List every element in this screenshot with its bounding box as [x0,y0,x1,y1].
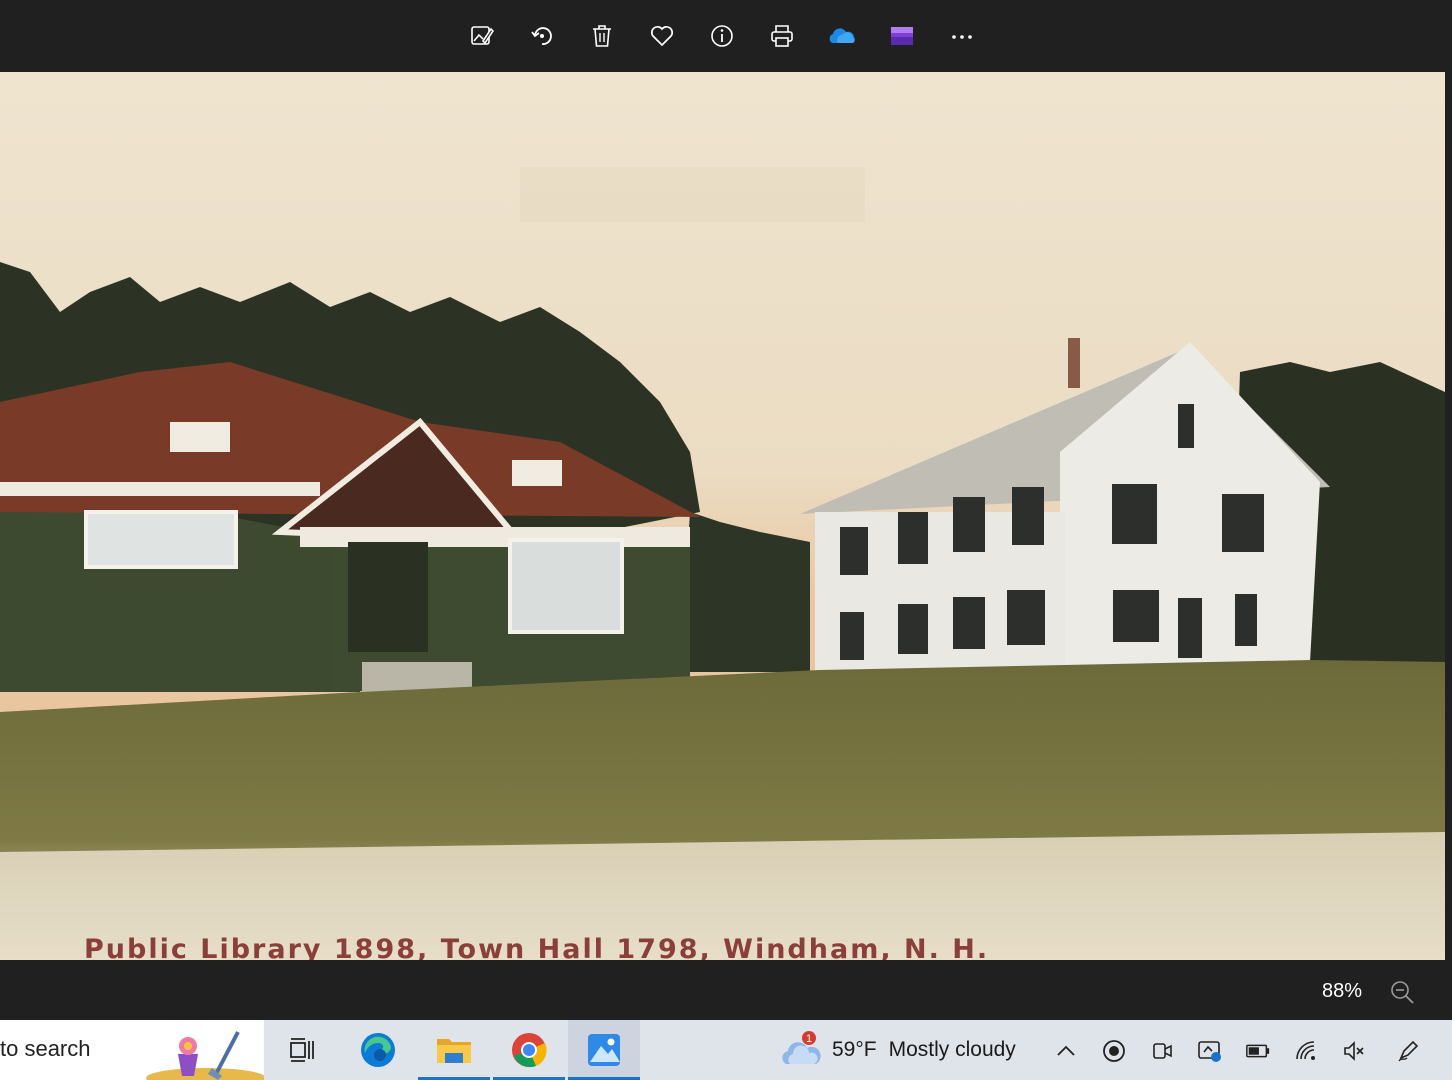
photos-button[interactable] [568,1020,640,1080]
screen-capture-icon [1198,1041,1221,1062]
viewer-toolbar [0,0,1452,72]
print-button[interactable] [762,16,802,56]
info-icon [711,25,733,47]
info-button[interactable] [702,16,742,56]
windows-taskbar: to search 1 59°F Mostly cloudy [0,1020,1452,1080]
favorite-button[interactable] [642,16,682,56]
edge-icon [361,1033,395,1067]
edit-image-button[interactable] [462,16,502,56]
pen-icon [1398,1040,1419,1062]
volume-muted-icon [1344,1041,1364,1061]
battery-icon [1246,1044,1270,1058]
task-view-button[interactable] [266,1020,338,1080]
viewer-statusbar: 88% [0,960,1452,1020]
screen-capture-button[interactable] [1197,1038,1223,1064]
rotate-icon [531,27,552,45]
cloudy-weather-icon: 1 [782,1031,821,1064]
pen-menu-button[interactable] [1395,1038,1421,1064]
record-tray-button[interactable] [1101,1038,1127,1064]
chrome-icon [512,1033,547,1068]
meet-now-icon [1153,1043,1172,1059]
more-options-button[interactable] [942,16,982,56]
photo-canvas[interactable]: Public Library 1898, Town Hall 1798, Win… [0,72,1445,960]
chrome-button[interactable] [493,1020,565,1080]
record-icon [1103,1040,1125,1062]
photo-caption: Public Library 1898, Town Hall 1798, Win… [84,934,990,960]
edge-button[interactable] [342,1020,414,1080]
zoom-out-icon [1391,981,1414,1004]
taskbar-search-box[interactable]: to search [0,1020,264,1080]
network-button[interactable] [1293,1038,1319,1064]
clipchamp-icon [891,27,913,45]
ellipsis-icon [952,35,972,39]
zoom-out-button[interactable] [1388,978,1416,1006]
task-view-icon [290,1038,314,1062]
volume-button[interactable] [1341,1038,1367,1064]
meet-now-button[interactable] [1149,1038,1175,1064]
battery-button[interactable] [1245,1038,1271,1064]
weather-badge: 1 [806,1033,812,1045]
show-hidden-icons-button[interactable] [1053,1038,1079,1064]
edit-image-icon [471,26,495,45]
weather-widget[interactable]: 1 59°F Mostly cloudy [780,1020,1016,1080]
photos-icon [588,1034,620,1066]
weather-temperature: 59°F [832,1038,877,1061]
postcard-image [0,72,1445,960]
onedrive-cloud-icon [829,28,855,43]
zoom-level[interactable]: 88% [1322,980,1362,1003]
delete-button[interactable] [582,16,622,56]
file-explorer-icon [437,1039,471,1063]
clipchamp-button[interactable] [882,16,922,56]
rotate-button[interactable] [522,16,562,56]
weather-condition: Mostly cloudy [888,1038,1016,1061]
printer-icon [771,25,793,47]
chevron-up-icon [1057,1045,1075,1056]
trash-icon [593,25,611,47]
file-explorer-button[interactable] [418,1020,490,1080]
search-highlight-icon [146,1031,264,1080]
wifi-icon [1296,1041,1315,1060]
search-placeholder: to search [0,1036,91,1061]
heart-icon [650,25,674,47]
onedrive-button[interactable] [822,16,862,56]
